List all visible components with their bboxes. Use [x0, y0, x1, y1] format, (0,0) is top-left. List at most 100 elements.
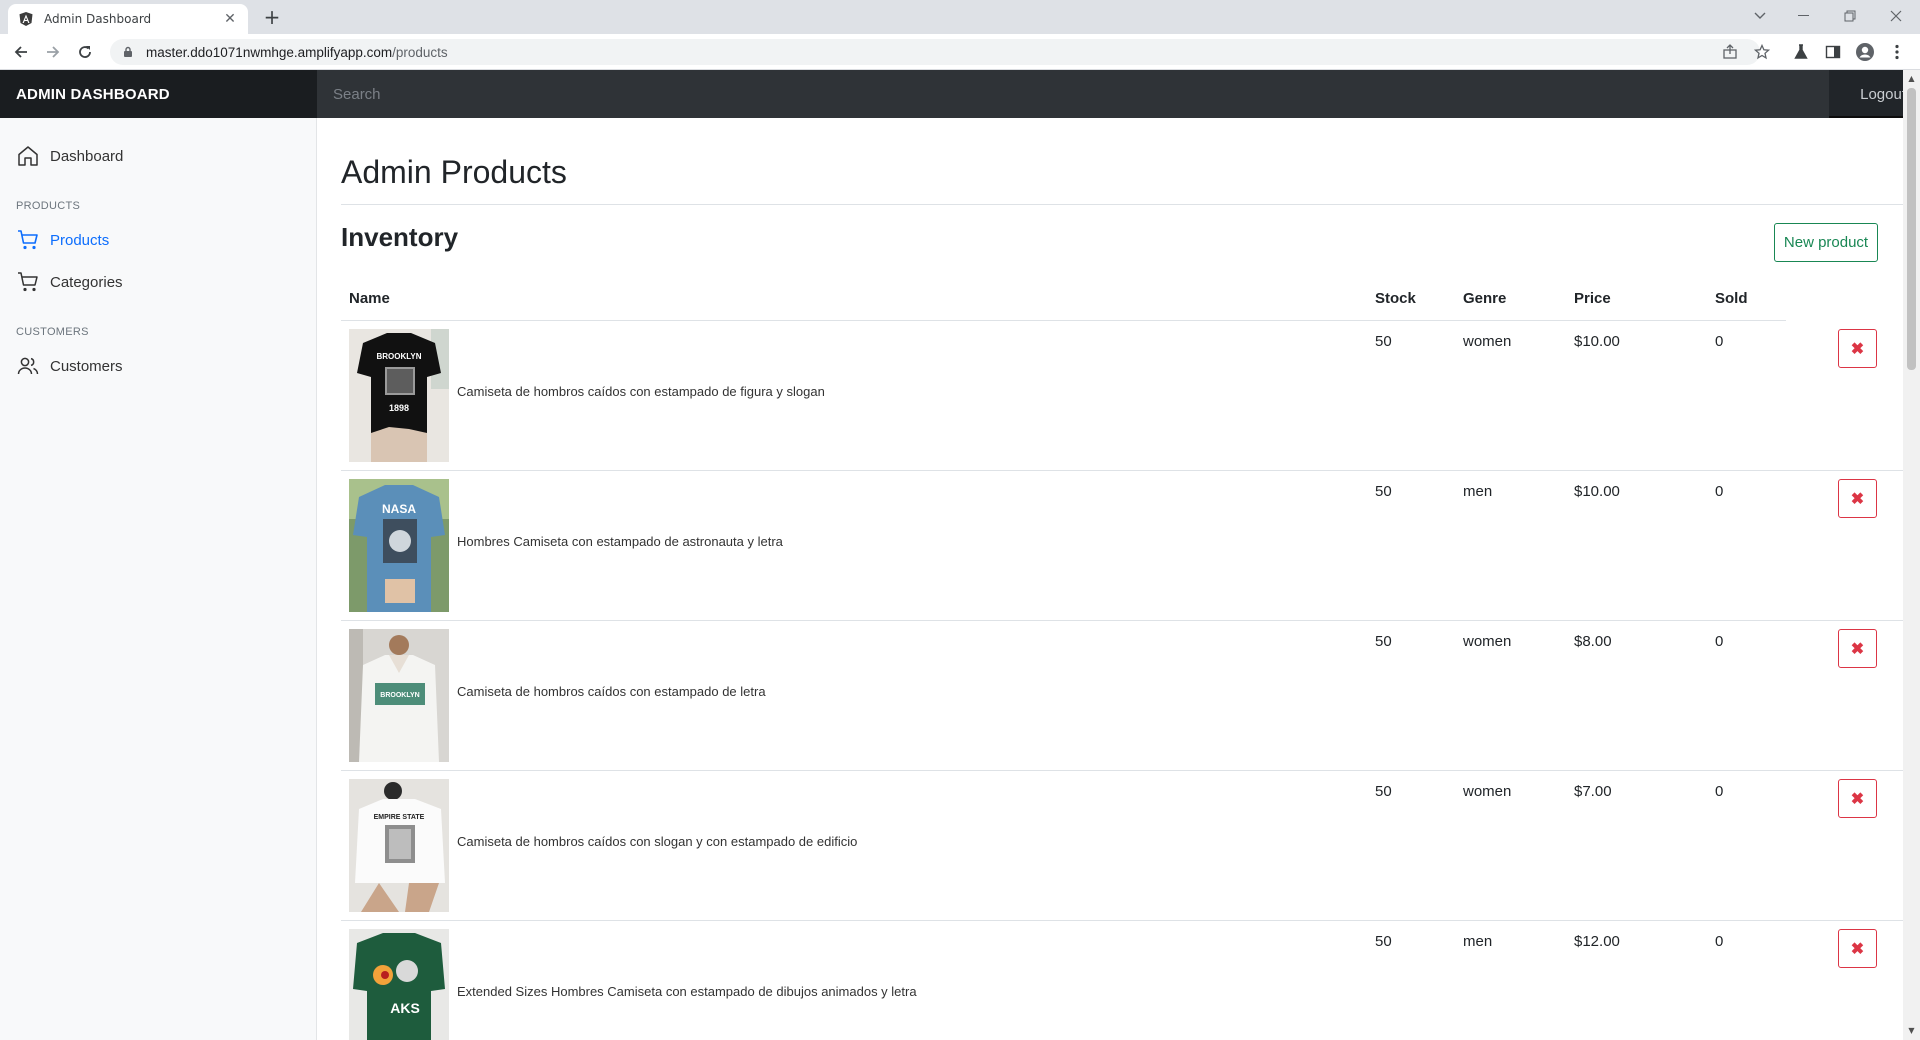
delete-x-icon: ✖	[1850, 940, 1865, 958]
sidebar: Dashboard PRODUCTS Products Categories C…	[0, 118, 317, 1040]
back-icon[interactable]	[8, 39, 34, 65]
brand-title[interactable]: ADMIN DASHBOARD	[0, 70, 317, 118]
product-thumbnail[interactable]: EMPIRE STATE	[349, 779, 449, 912]
side-panel-icon[interactable]	[1820, 39, 1846, 65]
product-sold: 0	[1715, 483, 1724, 500]
product-price: $12.00	[1574, 933, 1620, 950]
products-table: Name Stock Genre Price Sold BROOKLYN 189…	[341, 280, 1903, 1040]
scroll-thumb[interactable]	[1907, 88, 1916, 370]
thumb-print-text: BROOKLYN	[380, 692, 419, 699]
url-text: master.ddo1071nwmhge.amplifyapp.com/prod…	[146, 44, 448, 60]
new-product-button[interactable]: New product	[1774, 223, 1878, 262]
product-genre: men	[1463, 483, 1493, 500]
sidebar-item-dashboard[interactable]: Dashboard	[16, 144, 123, 168]
delete-x-icon: ✖	[1850, 490, 1865, 508]
thumb-print-subtext: 1898	[389, 403, 409, 413]
browser-toolbar: master.ddo1071nwmhge.amplifyapp.com/prod…	[0, 34, 1920, 70]
product-genre: women	[1463, 333, 1512, 350]
search-input[interactable]	[317, 70, 1829, 118]
delete-product-button[interactable]: ✖	[1838, 629, 1877, 668]
delete-x-icon: ✖	[1850, 340, 1865, 358]
sidebar-item-products[interactable]: Products	[16, 228, 109, 252]
column-header-sold[interactable]: Sold	[1715, 290, 1748, 307]
share-icon[interactable]	[1718, 39, 1742, 65]
page-scrollbar[interactable]: ▲ ▼	[1903, 70, 1920, 1040]
product-genre: women	[1463, 633, 1512, 650]
main-content: Admin Products Inventory New product Nam…	[317, 118, 1903, 1040]
product-thumbnail[interactable]: BROOKLYN 1898	[349, 329, 449, 462]
delete-product-button[interactable]: ✖	[1838, 479, 1877, 518]
product-stock: 50	[1375, 633, 1392, 650]
thumb-print-text: NASA	[382, 502, 416, 516]
angular-favicon-icon	[18, 11, 34, 27]
home-icon	[16, 144, 40, 168]
forward-icon[interactable]	[40, 39, 66, 65]
bookmark-star-icon[interactable]	[1750, 39, 1774, 65]
products-section-heading: PRODUCTS	[16, 200, 81, 212]
delete-product-button[interactable]: ✖	[1838, 329, 1877, 368]
new-tab-icon[interactable]: +	[260, 6, 284, 28]
product-thumbnail[interactable]: NASA	[349, 479, 449, 612]
table-header: Name Stock Genre Price Sold	[341, 280, 1786, 321]
delete-product-button[interactable]: ✖	[1838, 779, 1877, 818]
sidebar-item-label: Products	[50, 231, 110, 249]
lock-icon[interactable]	[122, 46, 134, 58]
labs-flask-icon[interactable]	[1788, 39, 1814, 65]
product-genre: men	[1463, 933, 1493, 950]
sidebar-item-categories[interactable]: Categories	[16, 270, 123, 294]
product-price: $10.00	[1574, 483, 1620, 500]
product-sold: 0	[1715, 783, 1724, 800]
product-stock: 50	[1375, 933, 1392, 950]
scroll-down-icon[interactable]: ▼	[1907, 1026, 1916, 1035]
product-name: Camiseta de hombros caídos con estampado…	[457, 384, 825, 399]
tab-title: Admin Dashboard	[44, 12, 152, 26]
thumb-print-text: AKS	[390, 1000, 420, 1016]
product-name: Camiseta de hombros caídos con slogan y …	[457, 834, 858, 849]
reload-icon[interactable]	[72, 39, 98, 65]
delete-x-icon: ✖	[1850, 790, 1865, 808]
column-header-name[interactable]: Name	[349, 290, 390, 307]
cart-icon	[16, 228, 40, 252]
table-row[interactable]: NASA Hombres Camiseta con estampado de a…	[341, 471, 1903, 621]
table-row[interactable]: EMPIRE STATE Camiseta de hombros caídos …	[341, 771, 1903, 921]
product-thumbnail[interactable]: BROOKLYN	[349, 629, 449, 762]
browser-tabstrip: Admin Dashboard ✕ +	[0, 0, 1920, 34]
delete-product-button[interactable]: ✖	[1838, 929, 1877, 968]
product-stock: 50	[1375, 333, 1392, 350]
product-name: Hombres Camiseta con estampado de astron…	[457, 534, 783, 549]
table-row[interactable]: BROOKLYN 1898 Camiseta de hombros caídos…	[341, 321, 1903, 471]
table-row[interactable]: AKS Extended Sizes Hombres Camiseta con …	[341, 921, 1903, 1040]
app-header: ADMIN DASHBOARD Logout	[0, 70, 1920, 118]
address-bar[interactable]: master.ddo1071nwmhge.amplifyapp.com/prod…	[110, 39, 1760, 65]
tab-close-icon[interactable]: ✕	[222, 11, 238, 27]
delete-x-icon: ✖	[1850, 640, 1865, 658]
product-sold: 0	[1715, 333, 1724, 350]
menu-kebab-icon[interactable]	[1884, 39, 1910, 65]
product-stock: 50	[1375, 783, 1392, 800]
thumb-print-text: EMPIRE STATE	[374, 814, 425, 821]
sidebar-item-customers[interactable]: Customers	[16, 354, 123, 378]
users-icon	[16, 354, 40, 378]
restore-icon[interactable]	[1830, 4, 1870, 28]
section-title: Inventory	[341, 222, 459, 252]
product-thumbnail[interactable]: AKS	[349, 929, 449, 1040]
scroll-up-icon[interactable]: ▲	[1907, 74, 1916, 83]
sidebar-item-label: Customers	[50, 357, 123, 375]
logout-link[interactable]: Logout	[1860, 70, 1906, 118]
table-row[interactable]: BROOKLYN Camiseta de hombros caídos con …	[341, 621, 1903, 771]
product-price: $8.00	[1574, 633, 1612, 650]
column-header-stock[interactable]: Stock	[1375, 290, 1416, 307]
browser-tab[interactable]: Admin Dashboard ✕	[8, 4, 248, 34]
product-price: $7.00	[1574, 783, 1612, 800]
column-header-genre[interactable]: Genre	[1463, 290, 1506, 307]
close-window-icon[interactable]	[1876, 4, 1916, 28]
thumb-print-text: BROOKLYN	[376, 352, 421, 361]
profile-avatar-icon[interactable]	[1852, 39, 1878, 65]
product-price: $10.00	[1574, 333, 1620, 350]
product-genre: women	[1463, 783, 1512, 800]
sidebar-item-label: Categories	[50, 273, 123, 291]
product-sold: 0	[1715, 933, 1724, 950]
tab-search-icon[interactable]	[1740, 4, 1780, 28]
minimize-icon[interactable]	[1784, 4, 1824, 28]
column-header-price[interactable]: Price	[1574, 290, 1611, 307]
